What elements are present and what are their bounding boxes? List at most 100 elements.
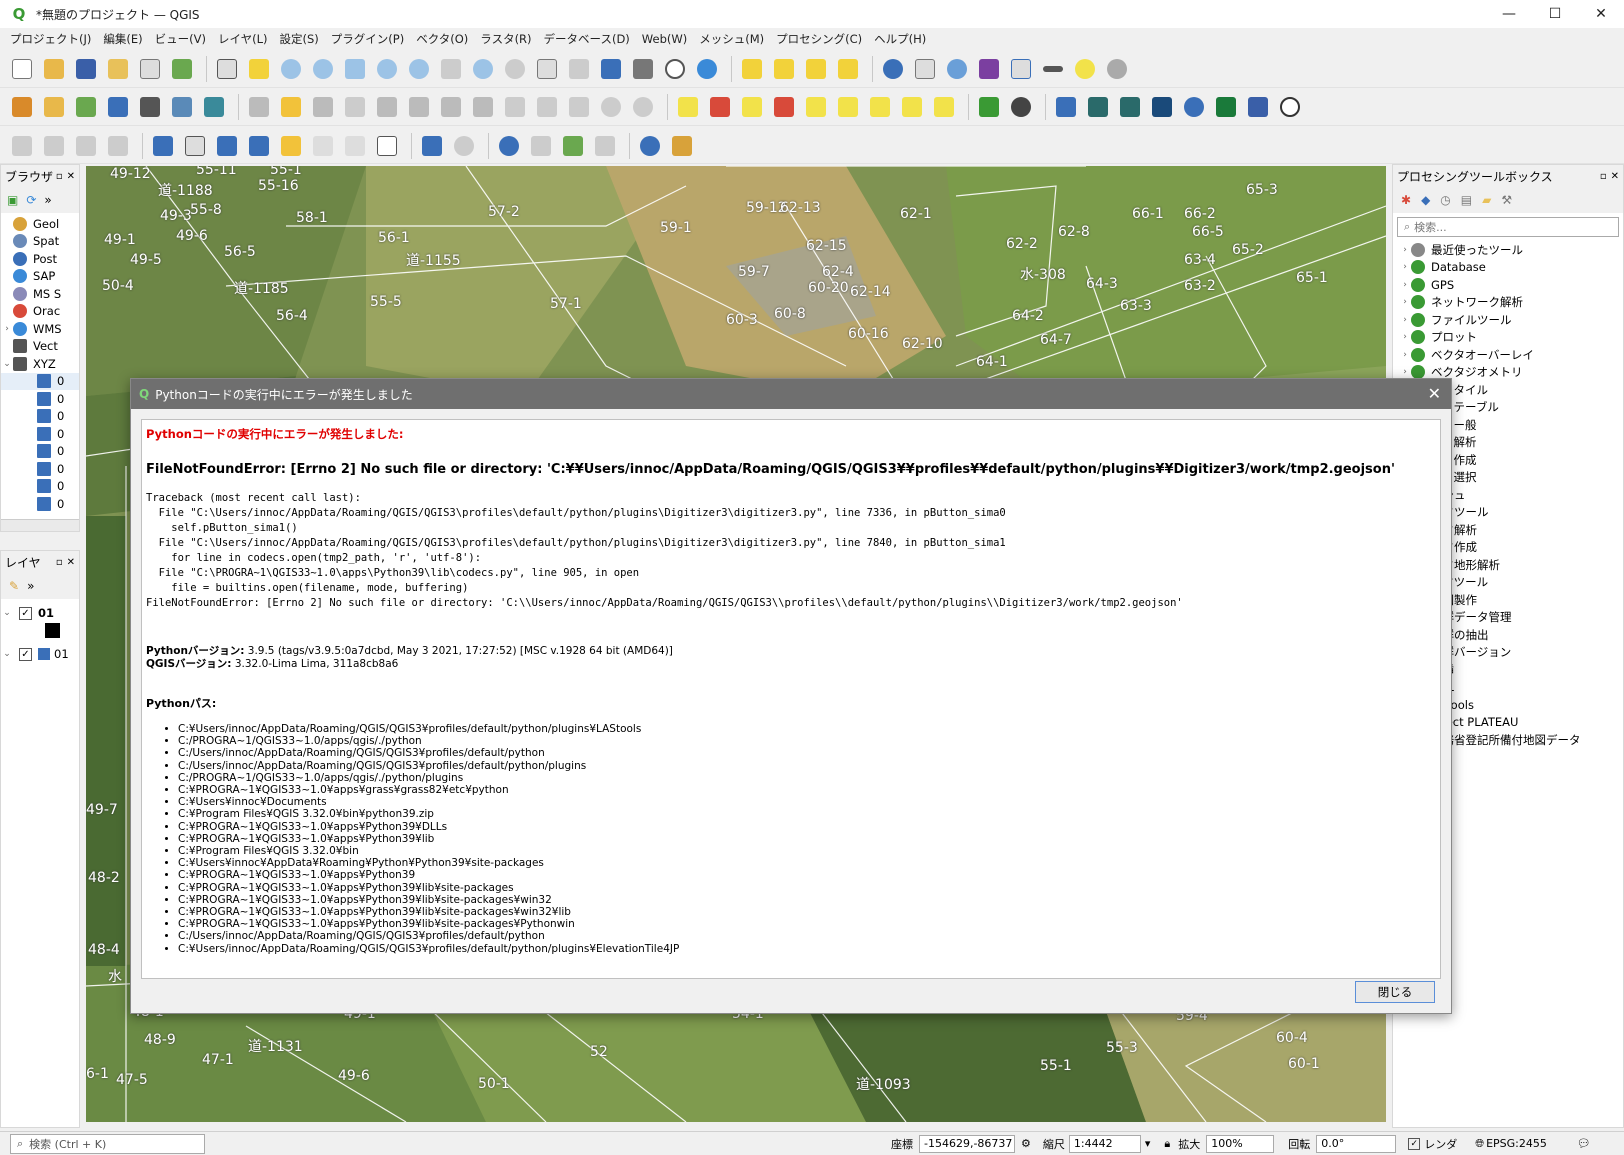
browser-item[interactable]: Orac: [1, 303, 79, 321]
temporal-controller-icon[interactable]: [661, 55, 689, 83]
snapping-icon[interactable]: [40, 132, 68, 160]
edit-features-icon[interactable]: ▰: [1482, 193, 1491, 207]
bookmark-icon[interactable]: [597, 55, 625, 83]
zoom-in-icon[interactable]: [277, 55, 305, 83]
browser-item[interactable]: SAP: [1, 268, 79, 286]
render-checkbox[interactable]: ✓: [1408, 1137, 1421, 1150]
print-layout-icon[interactable]: [136, 55, 164, 83]
menu-raster[interactable]: ラスタ(R): [474, 31, 537, 47]
annotation-select-icon[interactable]: [181, 132, 209, 160]
maximize-button[interactable]: ☐: [1532, 0, 1578, 28]
xyz-child[interactable]: 0: [1, 390, 79, 408]
layer-item[interactable]: ⌄ ✓ 01: [1, 603, 79, 623]
layer-item[interactable]: ⌄ ✓ 01: [1, 644, 79, 664]
browser-item[interactable]: Geol: [1, 215, 79, 233]
measure-icon[interactable]: [1039, 55, 1067, 83]
xyz-child[interactable]: 0: [1, 425, 79, 443]
label-show-icon[interactable]: [834, 93, 862, 121]
zoom-layer-icon[interactable]: [405, 55, 433, 83]
xyz-child[interactable]: 0: [1, 443, 79, 461]
grid-plugin2-icon[interactable]: [1116, 93, 1144, 121]
panel-close-icon[interactable]: ✕: [67, 171, 75, 182]
browser-item[interactable]: Vect: [1, 338, 79, 356]
float-icon[interactable]: ▫: [56, 557, 63, 568]
add-layer-icon[interactable]: ▣: [7, 193, 18, 207]
disabled-tool-icon[interactable]: [591, 132, 619, 160]
menu-processing[interactable]: プロセシング(C): [770, 31, 868, 47]
scale-dropdown-icon[interactable]: ▾: [1145, 1137, 1151, 1150]
expand-arrow-icon[interactable]: ›: [1399, 350, 1411, 360]
redo-icon[interactable]: [629, 93, 657, 121]
magnifier-field[interactable]: 100%: [1206, 1134, 1275, 1153]
menu-database[interactable]: データベース(D): [538, 31, 636, 47]
undo-icon[interactable]: [597, 93, 625, 121]
processing-group[interactable]: › ファイルツール: [1399, 311, 1623, 329]
browser-item[interactable]: ⌄ XYZ: [1, 355, 79, 373]
info-icon[interactable]: [636, 132, 664, 160]
plugin-book-icon[interactable]: [1148, 93, 1176, 121]
processing-group[interactable]: › ベクタオーバーレイ: [1399, 346, 1623, 364]
menu-web[interactable]: Web(W): [636, 32, 693, 46]
close-window-button[interactable]: ✕: [1578, 0, 1624, 28]
move-icon[interactable]: [450, 132, 478, 160]
dialog-message-area[interactable]: Pythonコードの実行中にエラーが発生しました: FileNotFoundEr…: [141, 419, 1441, 979]
save-as-icon[interactable]: [104, 55, 132, 83]
browser-item[interactable]: MS S: [1, 285, 79, 303]
float-icon[interactable]: ▫: [1600, 171, 1607, 182]
select-by-value-icon[interactable]: [770, 55, 798, 83]
add-feature-icon[interactable]: [373, 93, 401, 121]
bookmarks-icon[interactable]: [629, 55, 657, 83]
processing-group[interactable]: › 最近使ったツール: [1399, 241, 1623, 259]
add-vector-icon[interactable]: [72, 93, 100, 121]
tracing-icon[interactable]: [72, 132, 100, 160]
menu-edit[interactable]: 編集(E): [97, 31, 148, 47]
new-3d-view-icon[interactable]: [565, 55, 593, 83]
rotation-field[interactable]: 0.0°: [1316, 1134, 1397, 1153]
xyz-child[interactable]: 0: [1, 372, 79, 390]
cloud-plugin-icon[interactable]: [559, 132, 587, 160]
locate-icon[interactable]: [1103, 55, 1131, 83]
terrain-icon[interactable]: [975, 93, 1003, 121]
edit-pencil-icon[interactable]: [277, 93, 305, 121]
toggle-extents-icon[interactable]: ⚙: [1021, 1137, 1031, 1150]
style-brush-icon[interactable]: ✎: [9, 579, 19, 593]
diagram-icon[interactable]: [706, 93, 734, 121]
expand-arrow-icon[interactable]: ›: [1399, 280, 1411, 290]
float-icon[interactable]: ▫: [56, 171, 63, 182]
cut-icon[interactable]: [501, 93, 529, 121]
annotation-line-icon[interactable]: [245, 132, 273, 160]
save-edits-icon[interactable]: [309, 93, 337, 121]
close-dialog-button[interactable]: 閉じる: [1355, 981, 1435, 1003]
save-project-icon[interactable]: [72, 55, 100, 83]
messages-icon[interactable]: 💬︎: [1577, 1137, 1591, 1150]
add-spatialite-icon[interactable]: [136, 93, 164, 121]
menu-layer[interactable]: レイヤ(L): [212, 31, 274, 47]
pan-icon[interactable]: [213, 55, 241, 83]
menu-project[interactable]: プロジェクト(J): [4, 31, 97, 47]
annotation-marker-icon[interactable]: [277, 132, 305, 160]
minimize-button[interactable]: —: [1486, 0, 1532, 28]
menu-help[interactable]: ヘルプ(H): [868, 31, 932, 47]
paste-icon[interactable]: [565, 93, 593, 121]
advanced-edit-icon[interactable]: [8, 132, 36, 160]
help-icon[interactable]: [1244, 93, 1272, 121]
annotation-point-text-icon[interactable]: [341, 132, 369, 160]
python-console-icon[interactable]: [1052, 93, 1080, 121]
grid-plugin-icon[interactable]: [1084, 93, 1112, 121]
label-pin-icon[interactable]: [738, 93, 766, 121]
style-manager-icon[interactable]: [168, 55, 196, 83]
menu-vector[interactable]: ベクタ(O): [410, 31, 474, 47]
crosshair-icon[interactable]: [1276, 93, 1304, 121]
pan-to-selection-icon[interactable]: [245, 55, 273, 83]
more-icon[interactable]: »: [27, 579, 34, 593]
layer-visibility-checkbox[interactable]: ✓: [19, 647, 32, 661]
attribute-table-icon[interactable]: [911, 55, 939, 83]
zoom-out-icon[interactable]: [309, 55, 337, 83]
menu-settings[interactable]: 設定(S): [274, 31, 325, 47]
settings-gear-icon[interactable]: [943, 55, 971, 83]
python-scripts-icon[interactable]: ◆: [1421, 193, 1430, 207]
zoom-full-icon[interactable]: [341, 55, 369, 83]
layer-visibility-checkbox[interactable]: ✓: [19, 606, 32, 620]
label-rotate-icon[interactable]: [866, 93, 894, 121]
vertex-tool-icon[interactable]: [405, 93, 433, 121]
